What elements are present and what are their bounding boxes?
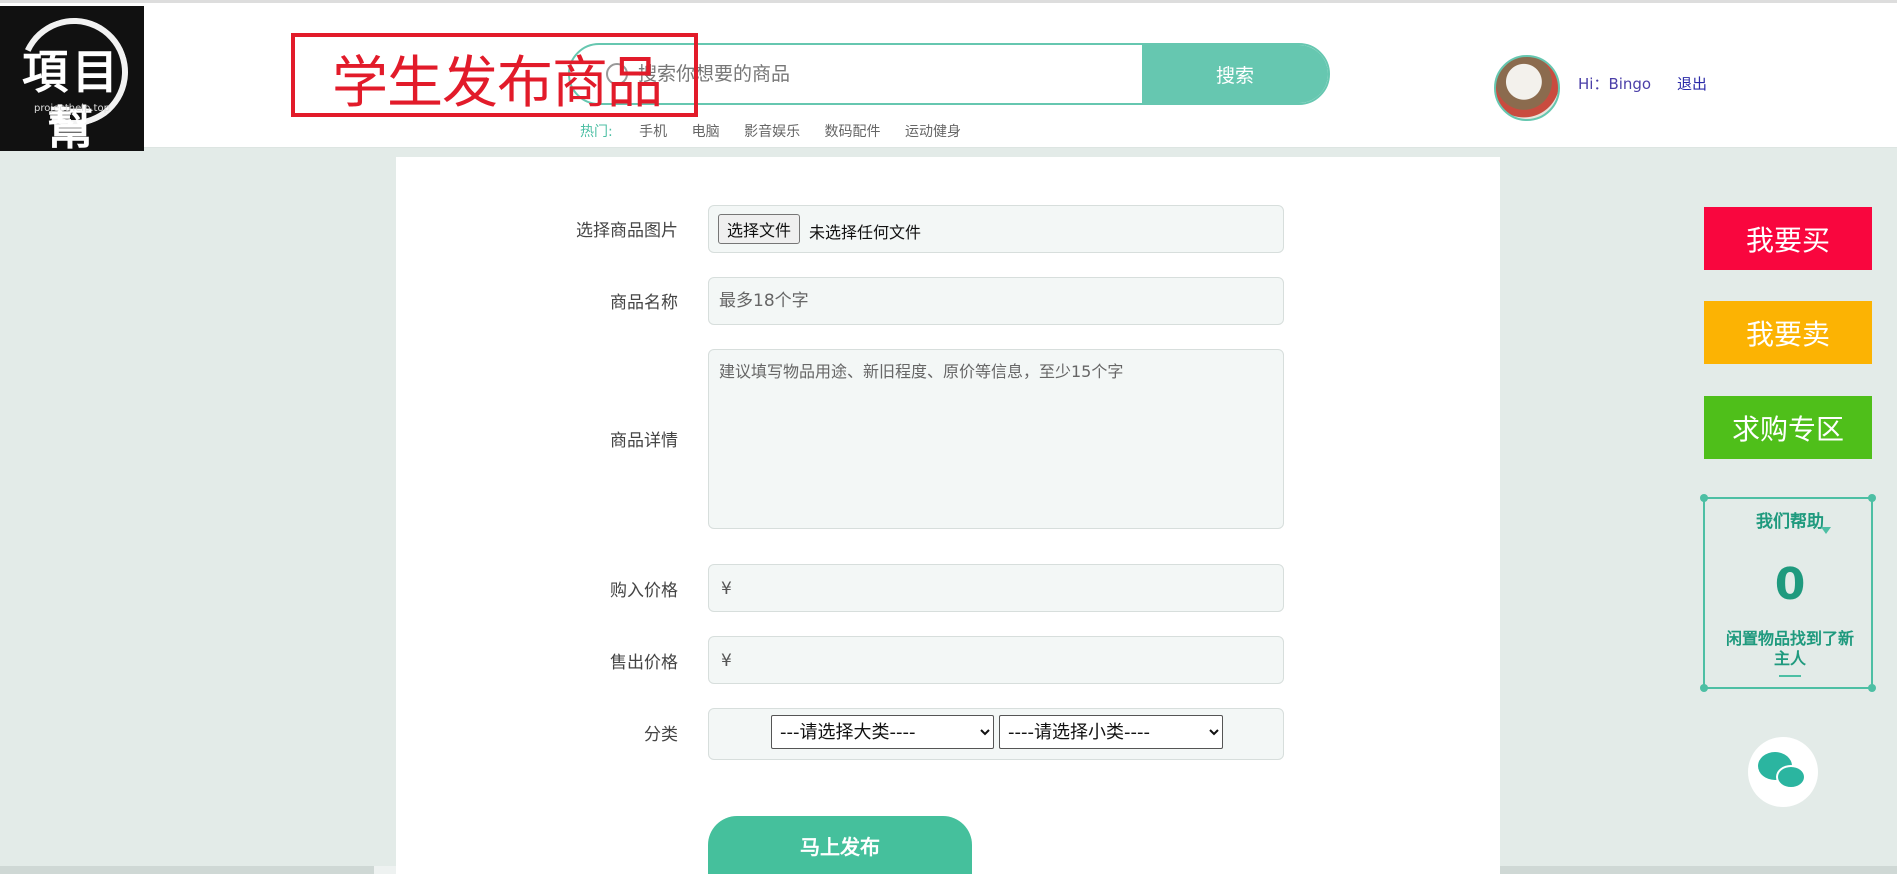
buy-price-label: 购入价格 — [610, 581, 678, 601]
category-major-select[interactable]: ---请选择大类---- — [771, 715, 994, 749]
choose-file-button[interactable]: 选择文件 — [718, 214, 801, 244]
caret-down-icon — [1821, 527, 1831, 534]
sell-price-label: 售出价格 — [610, 653, 678, 673]
file-status: 未选择任何文件 — [809, 223, 922, 242]
category-field: ---请选择大类---- ----请选择小类---- — [708, 708, 1284, 760]
sell-button[interactable]: 我要卖 — [1704, 301, 1872, 364]
image-label: 选择商品图片 — [576, 221, 678, 241]
image-field: 选择文件 未选择任何文件 — [708, 205, 1284, 253]
name-field — [708, 277, 1284, 325]
logo-url: projecthelp.top — [34, 103, 110, 114]
product-detail-textarea[interactable] — [709, 350, 1283, 528]
search-button[interactable]: 搜索 — [1142, 45, 1328, 103]
counter-value: 0 — [1774, 559, 1806, 610]
hot-keywords: 热门: 手机 电脑 影音娱乐 数码配件 运动健身 — [580, 121, 981, 141]
product-name-input[interactable] — [709, 278, 1283, 324]
buy-button[interactable]: 我要买 — [1704, 207, 1872, 270]
publish-button[interactable]: 马上发布 — [708, 816, 972, 874]
sell-price-input[interactable] — [709, 637, 1283, 683]
wanted-zone-button[interactable]: 求购专区 — [1704, 396, 1872, 459]
counter-title: 我们帮助 — [1756, 512, 1824, 532]
header: 項目幫 projecthelp.top 搜索 热门: 手机 电脑 影音娱乐 数码… — [0, 0, 1897, 151]
sell-price-field: ¥ — [708, 636, 1284, 684]
hot-keyword-computer[interactable]: 电脑 — [692, 124, 720, 140]
user-greeting: Hi：Bingo — [1578, 75, 1652, 93]
category-minor-select[interactable]: ----请选择小类---- — [999, 715, 1223, 749]
hot-keyword-entertainment[interactable]: 影音娱乐 — [744, 124, 800, 140]
category-label: 分类 — [644, 725, 678, 745]
page-title: 学生发布商品 — [332, 51, 663, 116]
currency-symbol: ¥ — [721, 579, 732, 599]
help-counter: 我们帮助 0 闲置物品找到了新主人 — [1700, 494, 1876, 692]
hot-keyword-phone[interactable]: 手机 — [639, 124, 667, 140]
hot-keyword-sports[interactable]: 运动健身 — [905, 124, 961, 140]
buy-price-field: ¥ — [708, 564, 1284, 612]
wechat-icon[interactable] — [1748, 737, 1818, 807]
buy-price-input[interactable] — [709, 565, 1283, 611]
avatar[interactable] — [1494, 55, 1560, 121]
site-logo[interactable]: 項目幫 projecthelp.top — [0, 6, 144, 151]
counter-subtitle: 闲置物品找到了新主人 — [1725, 629, 1854, 668]
logout-link[interactable]: 退出 — [1677, 73, 1707, 94]
hot-label: 热门: — [580, 124, 613, 140]
detail-label: 商品详情 — [610, 431, 678, 451]
logo-text: 項目幫 — [22, 45, 122, 151]
detail-field — [708, 349, 1284, 529]
name-label: 商品名称 — [610, 293, 678, 313]
search-input[interactable] — [638, 45, 1138, 103]
currency-symbol: ¥ — [721, 651, 732, 671]
hot-keyword-digital[interactable]: 数码配件 — [825, 124, 881, 140]
